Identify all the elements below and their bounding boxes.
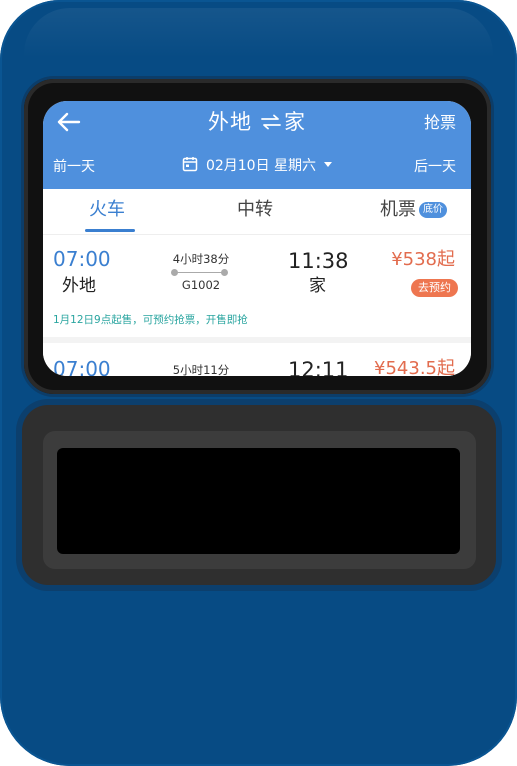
route-start-dot [171,269,178,276]
ticket-price: ¥538起 [391,249,455,270]
arrive-time: 12:11 [288,358,349,376]
arrive-time: 11:38 [288,249,349,273]
trip-duration: 4小时38分 [172,252,230,266]
transport-tabs: 火车 中转 机票 底价 [43,189,471,235]
train-result-card[interactable]: 07:00 5小时11分 12:11 ¥543.5起 [43,343,471,376]
chevron-down-icon [324,162,333,167]
sale-notice: 1月12日9点起售，可预约抢票，开售即抢 [53,314,248,326]
origin-city: 外地 [208,110,252,134]
date-label: 02月10日 星期六 [205,158,317,174]
train-number: G1002 [181,278,221,292]
route-title: 外地 家 [43,107,471,137]
reserve-button[interactable]: 去预约 [411,279,458,297]
next-day-button[interactable]: 后一天 [414,157,456,177]
date-selector[interactable]: 02月10日 星期六 [43,155,471,177]
tab-transfer[interactable]: 中转 [237,199,273,221]
trip-duration: 5小时11分 [172,363,230,376]
device-slot-screen [57,448,460,554]
arrive-city: 家 [309,276,326,296]
route-line [173,272,225,273]
tab-flight[interactable]: 机票 [380,199,416,221]
destination-city: 家 [284,110,306,134]
depart-time: 07:00 [53,357,111,376]
ticket-price: ¥543.5起 [374,358,455,376]
device-sheen [24,8,493,58]
tab-train[interactable]: 火车 [89,199,125,221]
depart-city: 外地 [62,276,96,296]
app-screen: 外地 家 抢票 前一天 02月10日 星期六 后一天 火车 中转 机票 底价 0… [43,101,471,376]
train-result-card[interactable]: 07:00 外地 4小时38分 G1002 11:38 家 ¥538起 去预约 … [43,235,471,337]
app-header: 外地 家 抢票 前一天 02月10日 星期六 后一天 [43,101,471,189]
depart-time: 07:00 [53,247,111,271]
lowest-price-badge: 底价 [419,202,447,218]
active-tab-indicator [85,229,135,232]
grab-ticket-button[interactable]: 抢票 [424,112,456,134]
swap-icon[interactable] [260,114,282,130]
calendar-icon [182,157,198,172]
route-end-dot [221,269,228,276]
